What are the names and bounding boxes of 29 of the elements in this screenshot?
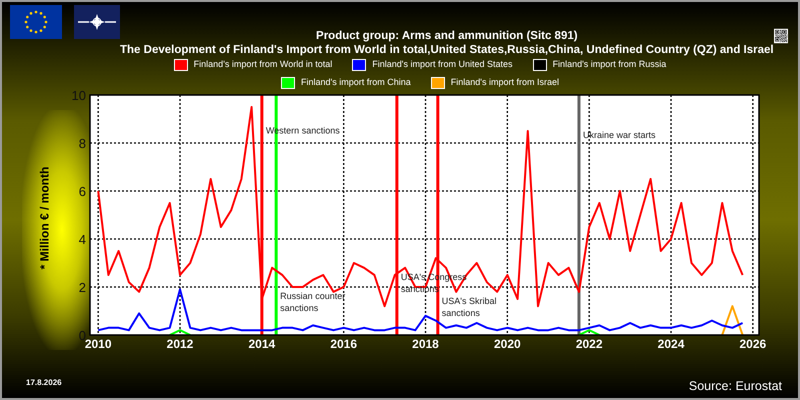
y-tick-label: 2 [78, 280, 86, 295]
source-label: Source: Eurostat [688, 378, 782, 395]
x-tick-label: 2012 [166, 337, 194, 351]
x-tick-label: 2016 [330, 337, 358, 351]
x-tick-label: 2026 [740, 337, 766, 351]
x-tick-label: 2018 [412, 337, 439, 351]
y-tick-label: 4 [78, 232, 86, 247]
chart-title: Product group: Arms and ammunition (Sitc 891) [316, 29, 578, 43]
x-tick-label: 2020 [494, 337, 521, 351]
x-tick-label: 2014 [248, 337, 276, 351]
chart-subtitle: The Development of Finland's Import from World in total,United States,Russia,China, Undefined Country (QZ) and Israel [120, 43, 774, 57]
legend-label: Finland's import from United States [372, 58, 513, 72]
y-tick-label: 6 [78, 184, 86, 199]
event-label: Russian counter sanctions [280, 291, 346, 313]
y-axis-label: * Million € / month [36, 166, 52, 270]
legend-label: Finland's import from Israel [450, 76, 560, 90]
x-tick-label: 2024 [658, 337, 684, 351]
compass-flag-icon [74, 5, 120, 39]
event-label: Ukraine war starts [582, 130, 656, 140]
legend-label: Finland's import from China [300, 76, 411, 90]
x-tick-label: 2022 [576, 337, 603, 351]
eu-flag-icon [10, 5, 62, 39]
legend-label: Finland's import from World in total [194, 58, 332, 72]
y-tick-label: 8 [78, 136, 86, 151]
x-tick-label: 2010 [84, 337, 112, 351]
y-tick-label: 10 [72, 90, 86, 103]
date-label: 17.8.2026 [26, 377, 62, 389]
legend-label: Finland's import from Russia [552, 58, 666, 72]
event-label: USA's Skribal sanctions [442, 296, 497, 318]
